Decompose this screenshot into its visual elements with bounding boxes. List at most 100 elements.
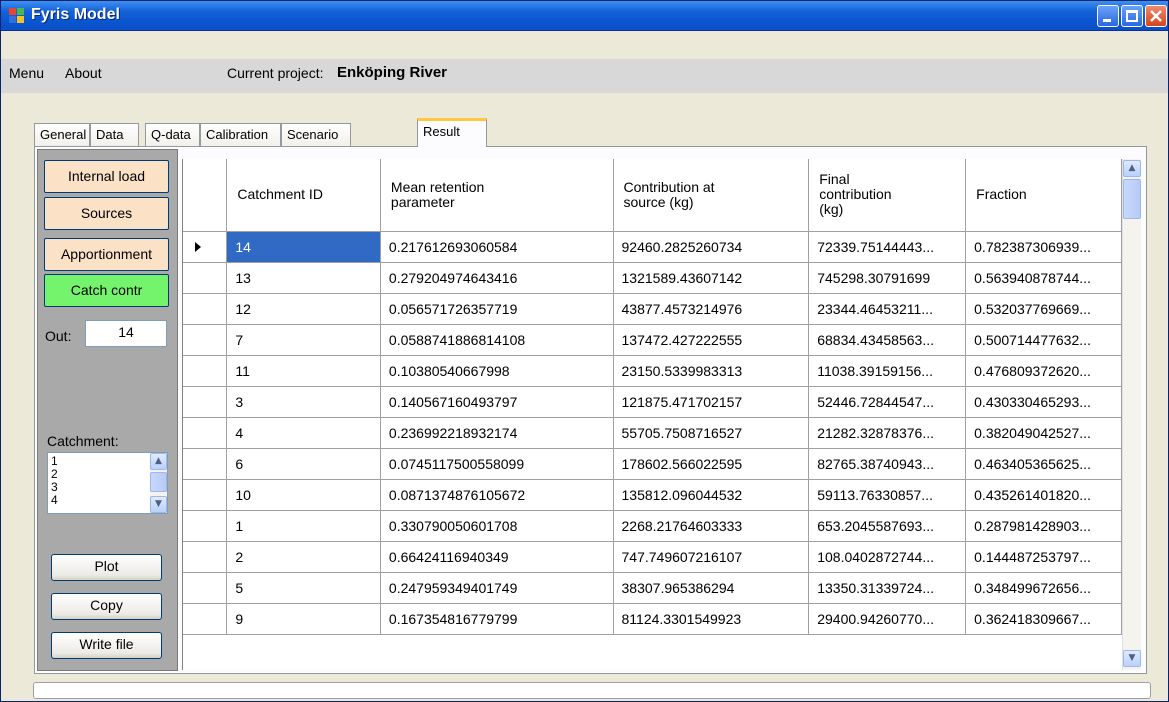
- row-header[interactable]: [183, 572, 228, 604]
- tab-general[interactable]: General: [34, 123, 90, 146]
- close-button[interactable]: [1145, 5, 1167, 27]
- scroll-thumb[interactable]: [1123, 179, 1141, 219]
- table-cell[interactable]: 0.500714477632...: [965, 324, 1122, 356]
- catchment-listbox[interactable]: 1 2 3 4 ▲ ▼: [47, 452, 168, 514]
- maximize-button[interactable]: [1121, 5, 1143, 27]
- table-cell[interactable]: 0.532037769669...: [965, 293, 1122, 325]
- copy-button[interactable]: Copy: [51, 593, 162, 620]
- sources-button[interactable]: Sources: [44, 197, 169, 230]
- table-cell[interactable]: 135812.096044532: [613, 479, 810, 511]
- table-cell[interactable]: 0.463405365625...: [965, 448, 1122, 480]
- table-cell[interactable]: 9: [226, 603, 381, 635]
- table-row[interactable]: 5 0.247959349401749 38307.965386294 13350.3…: [183, 572, 1122, 604]
- table-cell[interactable]: 43877.4573214976: [613, 293, 810, 325]
- title-bar[interactable]: Fyris Model: [1, 1, 1168, 31]
- table-row[interactable]: 6 0.0745117500558099 178602.566022595 82765…: [183, 448, 1122, 480]
- row-header[interactable]: [183, 541, 228, 573]
- table-cell[interactable]: 23344.46453211...: [808, 293, 967, 325]
- table-row[interactable]: 2 0.66424116940349 747.749607216107 108.040…: [183, 541, 1122, 573]
- table-cell[interactable]: 0.140567160493797: [380, 386, 614, 418]
- table-cell[interactable]: 6: [226, 448, 381, 480]
- tab-q-data[interactable]: Q-data: [145, 123, 200, 146]
- table-cell[interactable]: 0.348499672656...: [965, 572, 1122, 604]
- table-row[interactable]: 7 0.0588741886814108 137472.427222555 68834…: [183, 324, 1122, 356]
- table-cell[interactable]: 137472.427222555: [613, 324, 810, 356]
- plot-button[interactable]: Plot: [51, 554, 162, 581]
- table-cell[interactable]: 0.10380540667998: [380, 355, 614, 387]
- table-cell[interactable]: 10: [226, 479, 381, 511]
- tab-data[interactable]: Data: [90, 123, 139, 146]
- table-cell[interactable]: 72339.75144443...: [808, 231, 967, 263]
- table-cell[interactable]: 745298.30791699: [808, 262, 967, 294]
- results-grid[interactable]: Catchment ID Mean retention parameter Co…: [182, 159, 1122, 670]
- table-cell[interactable]: 653.2045587693...: [808, 510, 967, 542]
- table-cell[interactable]: 0.476809372620...: [965, 355, 1122, 387]
- column-header-catchment-id[interactable]: Catchment ID: [226, 159, 381, 232]
- row-header[interactable]: [183, 603, 228, 635]
- table-cell[interactable]: 108.0402872744...: [808, 541, 967, 573]
- scroll-down-icon[interactable]: ▼: [150, 496, 167, 513]
- minimize-button[interactable]: [1097, 5, 1119, 27]
- table-row[interactable]: 1 0.330790050601708 2268.21764603333 653.20…: [183, 510, 1122, 542]
- table-cell[interactable]: 0.0871374876105672: [380, 479, 614, 511]
- table-row[interactable]: 11 0.10380540667998 23150.5339983313 11038.…: [183, 355, 1122, 387]
- table-cell[interactable]: 38307.965386294: [613, 572, 810, 604]
- table-cell[interactable]: 14: [226, 231, 381, 263]
- table-cell[interactable]: 0.330790050601708: [380, 510, 614, 542]
- table-cell[interactable]: 2: [226, 541, 381, 573]
- table-cell[interactable]: 11: [226, 355, 381, 387]
- row-header[interactable]: [183, 479, 228, 511]
- list-item[interactable]: 4: [51, 494, 58, 506]
- table-cell[interactable]: 0.0745117500558099: [380, 448, 614, 480]
- table-row[interactable]: 9 0.167354816779799 81124.3301549923 29400.…: [183, 603, 1122, 635]
- row-header[interactable]: [183, 355, 228, 387]
- listbox-scrollbar[interactable]: ▲ ▼: [150, 453, 167, 513]
- scroll-up-icon[interactable]: ▲: [150, 453, 167, 470]
- tab-scenario[interactable]: Scenario: [281, 123, 351, 146]
- tab-result[interactable]: Result: [417, 118, 487, 147]
- table-cell[interactable]: 0.144487253797...: [965, 541, 1122, 573]
- table-cell[interactable]: 0.247959349401749: [380, 572, 614, 604]
- scroll-thumb[interactable]: [150, 472, 167, 492]
- table-cell[interactable]: 23150.5339983313: [613, 355, 810, 387]
- apportionment-button[interactable]: Apportionment: [44, 238, 169, 271]
- table-cell[interactable]: 5: [226, 572, 381, 604]
- table-cell[interactable]: 0.563940878744...: [965, 262, 1122, 294]
- table-cell[interactable]: 29400.94260770...: [808, 603, 967, 635]
- table-cell[interactable]: 1321589.43607142: [613, 262, 810, 294]
- table-cell[interactable]: 0.66424116940349: [380, 541, 614, 573]
- table-cell[interactable]: 0.435261401820...: [965, 479, 1122, 511]
- menu-item-about[interactable]: About: [65, 65, 102, 81]
- table-cell[interactable]: 11038.39159156...: [808, 355, 967, 387]
- row-header[interactable]: [183, 510, 228, 542]
- row-header[interactable]: [183, 293, 228, 325]
- scroll-down-icon[interactable]: ▼: [1123, 650, 1141, 667]
- table-cell[interactable]: 747.749607216107: [613, 541, 810, 573]
- column-header-contribution-source[interactable]: Contribution at source (kg): [613, 159, 810, 232]
- table-cell[interactable]: 0.167354816779799: [380, 603, 614, 635]
- table-cell[interactable]: 0.0588741886814108: [380, 324, 614, 356]
- table-cell[interactable]: 0.362418309667...: [965, 603, 1122, 635]
- table-cell[interactable]: 13350.31339724...: [808, 572, 967, 604]
- list-item[interactable]: 3: [51, 481, 58, 493]
- table-cell[interactable]: 0.782387306939...: [965, 231, 1122, 263]
- row-header[interactable]: [183, 417, 228, 449]
- out-field[interactable]: 14: [85, 320, 167, 347]
- table-cell[interactable]: 3: [226, 386, 381, 418]
- table-cell[interactable]: 68834.43458563...: [808, 324, 967, 356]
- table-cell[interactable]: 2268.21764603333: [613, 510, 810, 542]
- table-cell[interactable]: 81124.3301549923: [613, 603, 810, 635]
- row-header[interactable]: [183, 324, 228, 356]
- table-cell[interactable]: 21282.32878376...: [808, 417, 967, 449]
- table-cell[interactable]: 121875.471702157: [613, 386, 810, 418]
- table-row[interactable]: 12 0.056571726357719 43877.4573214976 23344…: [183, 293, 1122, 325]
- table-row[interactable]: 4 0.236992218932174 55705.7508716527 21282.…: [183, 417, 1122, 449]
- tab-calibration[interactable]: Calibration: [200, 123, 281, 146]
- table-cell[interactable]: 0.056571726357719: [380, 293, 614, 325]
- table-cell[interactable]: 82765.38740943...: [808, 448, 967, 480]
- table-cell[interactable]: 0.217612693060584: [380, 231, 614, 263]
- scroll-up-icon[interactable]: ▲: [1123, 160, 1141, 177]
- list-item[interactable]: 1: [51, 455, 58, 467]
- table-cell[interactable]: 7: [226, 324, 381, 356]
- list-item[interactable]: 2: [51, 468, 58, 480]
